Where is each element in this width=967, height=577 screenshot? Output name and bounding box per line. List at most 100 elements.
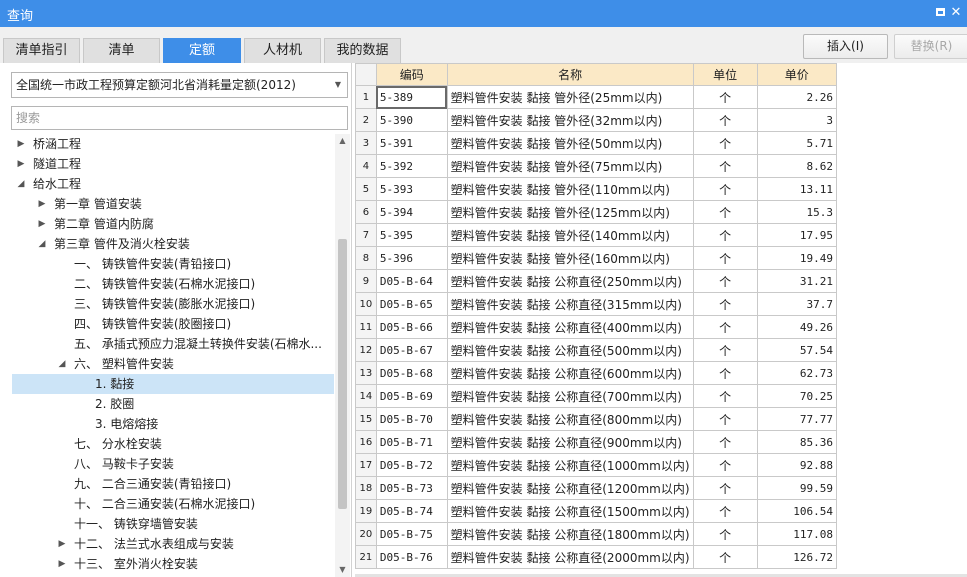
tree-node[interactable]: 三、 铸铁管件安装(膨胀水泥接口)	[0, 294, 334, 314]
cell-price[interactable]: 15.3	[756, 200, 838, 224]
cell-price[interactable]: 49.26	[756, 315, 838, 339]
cell-unit[interactable]: 个	[692, 315, 758, 339]
cell-unit[interactable]: 个	[692, 292, 758, 316]
cell-code[interactable]: 5-390	[375, 108, 448, 132]
tree-node[interactable]: 1. 黏接	[12, 374, 334, 394]
cell-code[interactable]: D05-B-72	[375, 453, 448, 477]
tree-node[interactable]: ▶ 十三、 室外消火栓安装	[0, 554, 334, 574]
cell-name[interactable]: 塑料管件安装 黏接 公称直径(2000mm以内)	[446, 545, 694, 569]
row-index[interactable]: 5	[355, 177, 377, 201]
cell-unit[interactable]: 个	[692, 108, 758, 132]
tree-node[interactable]: ▶ 十二、 法兰式水表组成与安装	[0, 534, 334, 554]
cell-code[interactable]: 5-391	[375, 131, 448, 155]
collapsed-arrow-icon[interactable]: ▶	[57, 534, 67, 554]
row-index[interactable]: 21	[355, 545, 377, 569]
cell-name[interactable]: 塑料管件安装 黏接 公称直径(315mm以内)	[446, 292, 694, 316]
cell-name[interactable]: 塑料管件安装 黏接 管外径(25mm以内)	[446, 85, 694, 109]
cell-code[interactable]: D05-B-66	[375, 315, 448, 339]
cell-code[interactable]: 5-394	[375, 200, 448, 224]
cell-unit[interactable]: 个	[692, 430, 758, 454]
expanded-arrow-icon[interactable]: ◢	[16, 174, 26, 194]
cell-name[interactable]: 塑料管件安装 黏接 公称直径(700mm以内)	[446, 384, 694, 408]
column-header-price[interactable]: 单价	[756, 63, 838, 86]
cell-code[interactable]: D05-B-73	[375, 476, 448, 500]
column-header-name[interactable]: 名称	[446, 63, 694, 86]
row-index[interactable]: 14	[355, 384, 377, 408]
cell-unit[interactable]: 个	[692, 476, 758, 500]
row-index[interactable]: 2	[355, 108, 377, 132]
scroll-up-icon[interactable]: ▲	[335, 134, 350, 148]
table-row[interactable]: 14 D05-B-69 塑料管件安装 黏接 公称直径(700mm以内) 个 70.25	[355, 384, 838, 408]
table-row[interactable]: 1 5-389 塑料管件安装 黏接 管外径(25mm以内) 个 2.26	[355, 85, 838, 109]
cell-price[interactable]: 99.59	[756, 476, 838, 500]
row-index[interactable]: 10	[355, 292, 377, 316]
row-index[interactable]: 16	[355, 430, 377, 454]
cell-code[interactable]: D05-B-74	[375, 499, 448, 523]
cell-name[interactable]: 塑料管件安装 黏接 公称直径(250mm以内)	[446, 269, 694, 293]
cell-price[interactable]: 17.95	[756, 223, 838, 247]
insert-button[interactable]: 插入(I)	[803, 34, 888, 59]
collapsed-arrow-icon[interactable]: ▶	[57, 554, 67, 574]
cell-name[interactable]: 塑料管件安装 黏接 管外径(32mm以内)	[446, 108, 694, 132]
table-row[interactable]: 15 D05-B-70 塑料管件安装 黏接 公称直径(800mm以内) 个 77.77	[355, 407, 838, 431]
table-row[interactable]: 18 D05-B-73 塑料管件安装 黏接 公称直径(1200mm以内) 个 99.59	[355, 476, 838, 500]
cell-price[interactable]: 126.72	[756, 545, 838, 569]
close-button[interactable]: ✕	[947, 4, 965, 22]
cell-name[interactable]: 塑料管件安装 黏接 公称直径(800mm以内)	[446, 407, 694, 431]
table-row[interactable]: 7 5-395 塑料管件安装 黏接 管外径(140mm以内) 个 17.95	[355, 223, 838, 247]
cell-name[interactable]: 塑料管件安装 黏接 管外径(110mm以内)	[446, 177, 694, 201]
cell-unit[interactable]: 个	[692, 453, 758, 477]
column-header-unit[interactable]: 单位	[692, 63, 758, 86]
cell-code[interactable]: D05-B-68	[375, 361, 448, 385]
row-index[interactable]: 11	[355, 315, 377, 339]
cell-name[interactable]: 塑料管件安装 黏接 管外径(125mm以内)	[446, 200, 694, 224]
cell-unit[interactable]: 个	[692, 269, 758, 293]
cell-price[interactable]: 117.08	[756, 522, 838, 546]
cell-name[interactable]: 塑料管件安装 黏接 公称直径(400mm以内)	[446, 315, 694, 339]
row-index[interactable]: 8	[355, 246, 377, 270]
row-index[interactable]: 15	[355, 407, 377, 431]
cell-price[interactable]: 5.71	[756, 131, 838, 155]
cell-code[interactable]: D05-B-67	[375, 338, 448, 362]
table-row[interactable]: 21 D05-B-76 塑料管件安装 黏接 公称直径(2000mm以内) 个 126.7…	[355, 545, 838, 569]
tree-node[interactable]: 七、 分水栓安装	[0, 434, 334, 454]
cell-name[interactable]: 塑料管件安装 黏接 管外径(160mm以内)	[446, 246, 694, 270]
cell-price[interactable]: 92.88	[756, 453, 838, 477]
tree-node[interactable]: 一、 铸铁管件安装(青铅接口)	[0, 254, 334, 274]
table-row[interactable]: 6 5-394 塑料管件安装 黏接 管外径(125mm以内) 个 15.3	[355, 200, 838, 224]
cell-code[interactable]: 5-395	[375, 223, 448, 247]
cell-unit[interactable]: 个	[692, 338, 758, 362]
row-index[interactable]: 4	[355, 154, 377, 178]
table-row[interactable]: 8 5-396 塑料管件安装 黏接 管外径(160mm以内) 个 19.49	[355, 246, 838, 270]
cell-name[interactable]: 塑料管件安装 黏接 管外径(140mm以内)	[446, 223, 694, 247]
cell-price[interactable]: 13.11	[756, 177, 838, 201]
table-row[interactable]: 2 5-390 塑料管件安装 黏接 管外径(32mm以内) 个 3	[355, 108, 838, 132]
expanded-arrow-icon[interactable]: ◢	[57, 354, 67, 374]
table-row[interactable]: 16 D05-B-71 塑料管件安装 黏接 公称直径(900mm以内) 个 85.36	[355, 430, 838, 454]
cell-price[interactable]: 77.77	[756, 407, 838, 431]
tree-node[interactable]: 十一、 铸铁穿墙管安装	[0, 514, 334, 534]
cell-unit[interactable]: 个	[692, 177, 758, 201]
cell-unit[interactable]: 个	[692, 499, 758, 523]
cell-code[interactable]: 5-393	[375, 177, 448, 201]
row-index[interactable]: 12	[355, 338, 377, 362]
cell-code[interactable]: D05-B-71	[375, 430, 448, 454]
cell-price[interactable]: 3	[756, 108, 838, 132]
cell-price[interactable]: 8.62	[756, 154, 838, 178]
cell-unit[interactable]: 个	[692, 223, 758, 247]
tab-bill-guide[interactable]: 清单指引	[3, 38, 80, 63]
collapsed-arrow-icon[interactable]: ▶	[16, 154, 26, 174]
cell-unit[interactable]: 个	[692, 361, 758, 385]
cell-name[interactable]: 塑料管件安装 黏接 管外径(75mm以内)	[446, 154, 694, 178]
cell-name[interactable]: 塑料管件安装 黏接 公称直径(1800mm以内)	[446, 522, 694, 546]
row-index[interactable]: 17	[355, 453, 377, 477]
tree-node[interactable]: 2. 胶圈	[0, 394, 334, 414]
tree-node[interactable]: 十、 二合三通安装(石棉水泥接口)	[0, 494, 334, 514]
cell-price[interactable]: 106.54	[756, 499, 838, 523]
cell-code[interactable]: D05-B-75	[375, 522, 448, 546]
cell-code[interactable]: 5-392	[375, 154, 448, 178]
cell-unit[interactable]: 个	[692, 522, 758, 546]
tree-node[interactable]: ▶ 隧道工程	[0, 154, 334, 174]
cell-price[interactable]: 62.73	[756, 361, 838, 385]
table-row[interactable]: 12 D05-B-67 塑料管件安装 黏接 公称直径(500mm以内) 个 57.54	[355, 338, 838, 362]
